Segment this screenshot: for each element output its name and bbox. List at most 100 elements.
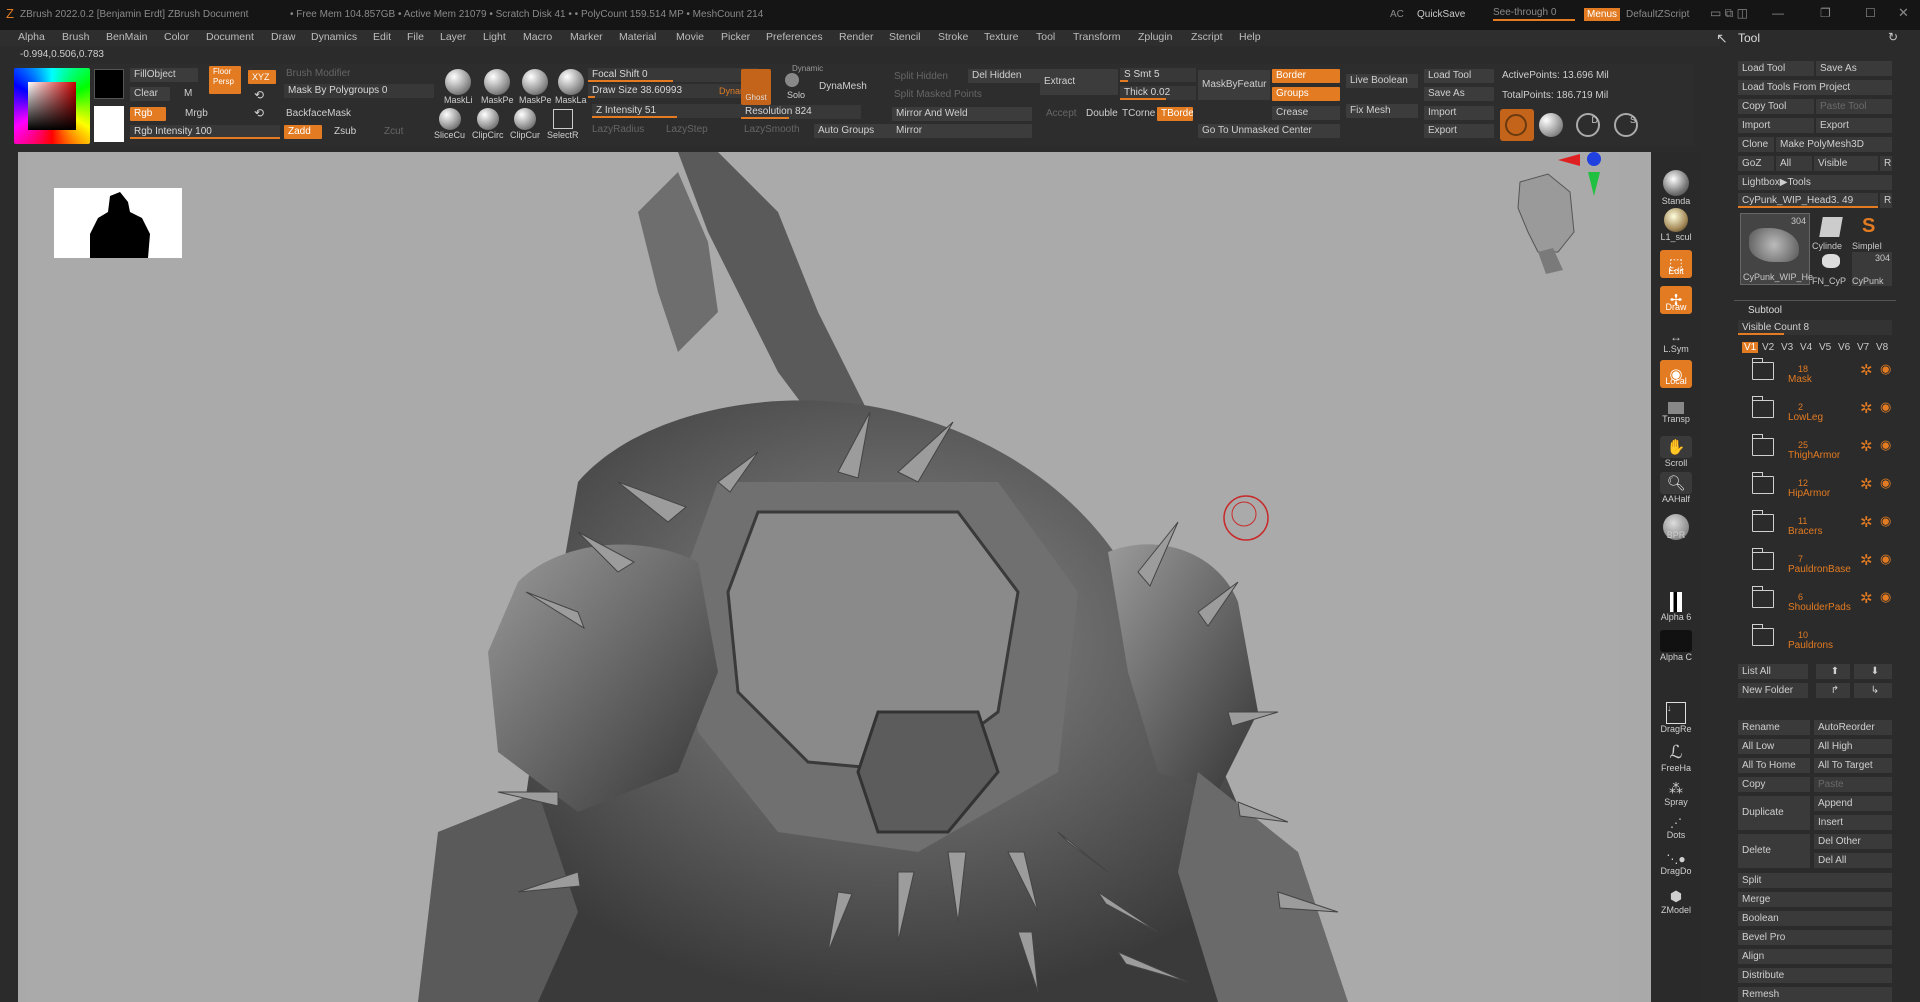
live-boolean-button[interactable]: Live Boolean — [1346, 74, 1418, 88]
alpha-6-button[interactable]: Alpha 6 — [1654, 592, 1698, 622]
tool-load-tool-button[interactable]: Load Tool — [1738, 61, 1814, 76]
list-all-button[interactable]: List All — [1738, 664, 1808, 679]
eye-icon[interactable]: ◉ — [1880, 513, 1891, 529]
menu-preferences[interactable]: Preferences — [766, 31, 823, 43]
autoreorder-button[interactable]: AutoReorder — [1814, 720, 1892, 735]
dynamesh-button[interactable]: DynaMesh — [819, 81, 867, 92]
gear-icon[interactable]: ✲ — [1860, 437, 1873, 455]
sculptris-s-icon[interactable]: S — [1614, 113, 1638, 137]
tool-save-as-button[interactable]: Save As — [1816, 61, 1892, 76]
menu-file[interactable]: File — [407, 31, 424, 43]
gear-icon[interactable]: ✲ — [1860, 513, 1873, 531]
draw-size-slider[interactable]: Draw Size 38.60993 Dynamic — [588, 84, 758, 98]
mrgb-button[interactable]: Mrgb — [185, 108, 208, 119]
dragdot-button[interactable]: ⋱● DragDo — [1654, 852, 1698, 876]
all-high-button[interactable]: All High — [1814, 739, 1892, 754]
all-low-button[interactable]: All Low — [1738, 739, 1810, 754]
close-icon[interactable]: ✕ — [1898, 5, 1909, 21]
menu-marker[interactable]: Marker — [570, 31, 603, 43]
import-button[interactable]: Import — [1424, 106, 1494, 120]
alpha-c-button[interactable]: Alpha C — [1654, 630, 1698, 662]
goz-button[interactable]: GoZ — [1738, 156, 1774, 171]
subtool-row[interactable]: 2 LowLeg ✲ ◉ — [1748, 396, 1896, 428]
brush-modifier-label[interactable]: Brush Modifier — [286, 68, 350, 79]
rotate-icon-2[interactable]: ⟲ — [254, 106, 264, 120]
brush-maskpe[interactable]: MaskPe — [481, 69, 514, 105]
new-folder-button[interactable]: New Folder — [1738, 683, 1808, 698]
standard-brush-button[interactable]: Standa — [1654, 170, 1698, 206]
move-up-icon[interactable]: ↱ — [1816, 683, 1850, 698]
zmodeler-button[interactable]: ⬢ ZModel — [1654, 888, 1698, 915]
gear-icon[interactable]: ✲ — [1860, 399, 1873, 417]
lazystep-slider[interactable]: LazyStep — [666, 124, 708, 135]
gear-icon[interactable]: ✲ — [1860, 589, 1873, 607]
thick-slider[interactable]: Thick 0.02 — [1120, 86, 1196, 100]
duplicate-button[interactable]: Duplicate — [1738, 796, 1810, 830]
version-v4[interactable]: V4 — [1800, 342, 1812, 353]
menu-material[interactable]: Material — [619, 31, 656, 43]
lazyradius-slider[interactable]: LazyRadius — [592, 124, 644, 135]
menu-draw[interactable]: Draw — [271, 31, 296, 43]
move-down-icon[interactable]: ↳ — [1854, 683, 1892, 698]
copy-tool-button[interactable]: Copy Tool — [1738, 99, 1814, 114]
secondary-color-swatch[interactable] — [94, 69, 124, 99]
remesh-section[interactable]: Remesh — [1738, 987, 1892, 1002]
color-saturation-square[interactable] — [28, 82, 76, 130]
version-v5[interactable]: V5 — [1819, 342, 1831, 353]
polyframe-button[interactable] — [1500, 109, 1534, 141]
freehand-button[interactable]: ℒ FreeHa — [1654, 742, 1698, 773]
mirror-weld-button[interactable]: Mirror And Weld — [892, 107, 1032, 121]
see-through-slider[interactable]: See-through 0 — [1493, 7, 1575, 21]
menu-render[interactable]: Render — [839, 31, 873, 43]
menu-alpha[interactable]: Alpha — [18, 31, 45, 43]
draw-button[interactable]: ✢ Draw — [1654, 286, 1698, 314]
all-to-home-button[interactable]: All To Home — [1738, 758, 1810, 773]
fillobject-button[interactable]: FillObject — [130, 68, 198, 82]
sculptris-d-icon[interactable]: D — [1576, 113, 1600, 137]
tcorner-button[interactable]: TCorne — [1122, 108, 1155, 119]
xyz-button[interactable]: XYZ — [248, 70, 276, 84]
focal-shift-slider[interactable]: Focal Shift 0 — [588, 68, 758, 82]
tool-thumb-fn[interactable]: FN_CyP — [1812, 252, 1850, 286]
gear-icon[interactable]: ✲ — [1860, 475, 1873, 493]
clone-button[interactable]: Clone — [1738, 137, 1774, 152]
rgb-intensity-slider[interactable]: Rgb Intensity 100 — [130, 125, 280, 139]
lazysmooth-slider[interactable]: LazySmooth — [744, 124, 800, 135]
dots-button[interactable]: ⋰ Dots — [1654, 816, 1698, 840]
bevel-pro-section[interactable]: Bevel Pro — [1738, 930, 1892, 945]
arrow-up-icon[interactable]: ⬆ — [1816, 664, 1850, 679]
main-color-swatch[interactable] — [94, 106, 124, 142]
delete-button[interactable]: Delete — [1738, 834, 1810, 868]
make-polymesh3d-button[interactable]: Make PolyMesh3D — [1776, 137, 1892, 152]
ghost-button[interactable]: Ghost — [741, 69, 771, 105]
menu-edit[interactable]: Edit — [373, 31, 391, 43]
append-button[interactable]: Append — [1814, 796, 1892, 811]
maskbyfeature-button[interactable]: MaskByFeatur — [1198, 70, 1270, 100]
canvas-viewport[interactable] — [18, 152, 1651, 1002]
bpr-button[interactable]: BPR — [1654, 514, 1698, 540]
menu-color[interactable]: Color — [164, 31, 189, 43]
subtool-row[interactable]: 25 ThighArmor ✲ ◉ — [1748, 434, 1896, 466]
rename-button[interactable]: Rename — [1738, 720, 1810, 735]
menu-brush[interactable]: Brush — [62, 31, 89, 43]
brush-maskla[interactable]: MaskLa — [555, 69, 587, 105]
menu-texture[interactable]: Texture — [984, 31, 1018, 43]
subtool-row[interactable]: 10 Pauldrons — [1748, 624, 1896, 656]
current-tool-r-button[interactable]: R — [1880, 193, 1892, 208]
extract-button[interactable]: Extract — [1040, 69, 1118, 95]
zcut-button[interactable]: Zcut — [384, 126, 403, 137]
goz-all-button[interactable]: All — [1776, 156, 1812, 171]
split-section[interactable]: Split — [1738, 873, 1892, 888]
goz-visible-button[interactable]: Visible — [1814, 156, 1878, 171]
tool-thumb-simple[interactable]: S SimpleI — [1852, 213, 1892, 251]
gear-icon[interactable]: ✲ — [1860, 551, 1873, 569]
lightbox-tools-button[interactable]: Lightbox▶Tools — [1738, 175, 1892, 190]
merge-section[interactable]: Merge — [1738, 892, 1892, 907]
version-v8[interactable]: V8 — [1876, 342, 1888, 353]
rotate-icon[interactable]: ⟲ — [254, 88, 264, 102]
boolean-section[interactable]: Boolean — [1738, 911, 1892, 926]
eye-icon[interactable]: ◉ — [1880, 361, 1891, 377]
version-v1[interactable]: V1 — [1742, 342, 1759, 353]
restore-icon[interactable]: ❐ — [1820, 6, 1831, 20]
copy-button[interactable]: Copy — [1738, 777, 1810, 792]
